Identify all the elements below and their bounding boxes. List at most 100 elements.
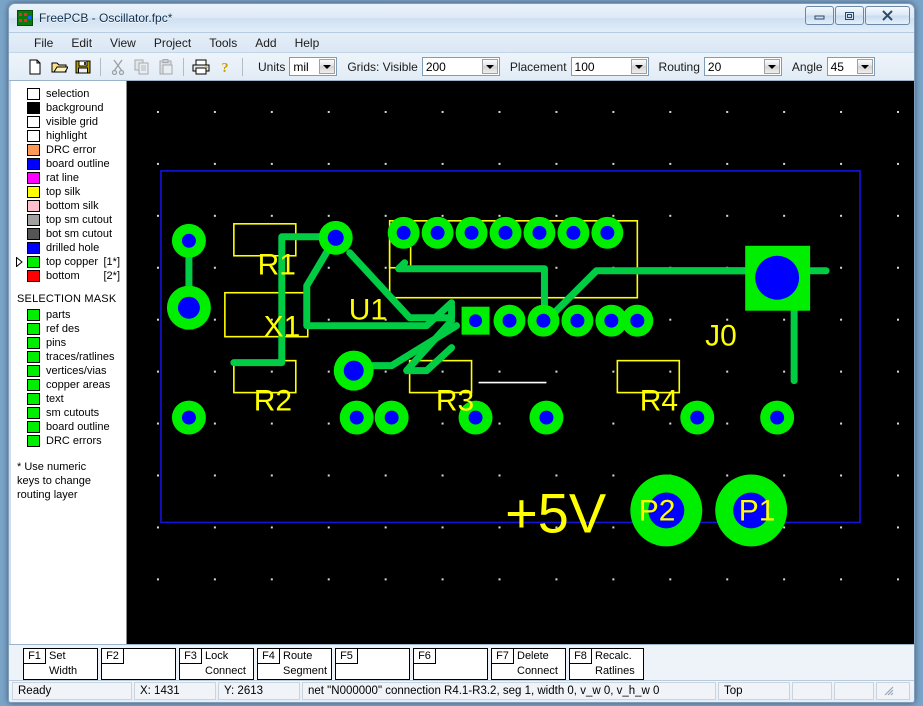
- grids-visible-combo[interactable]: 200: [421, 57, 500, 76]
- help-question-icon[interactable]: ?: [213, 56, 237, 78]
- status-ready: Ready: [12, 682, 132, 700]
- layer-color-swatch[interactable]: [27, 270, 40, 282]
- layer-row-board-outline[interactable]: board outline: [11, 157, 126, 171]
- resize-grip-icon[interactable]: [882, 684, 896, 698]
- routing-combo[interactable]: 20: [703, 57, 782, 76]
- pcb-canvas[interactable]: R1 X1 U1 R2 R3 R4 J0 P2 P1 +5V: [127, 81, 914, 644]
- paste-icon: [154, 56, 178, 78]
- units-combo[interactable]: mil: [289, 57, 338, 76]
- layer-row-drilled-hole[interactable]: drilled hole: [11, 241, 126, 255]
- pad: [680, 400, 715, 435]
- mask-checkbox[interactable]: [27, 421, 40, 433]
- mask-checkbox[interactable]: [27, 309, 40, 321]
- ref-designator: P1: [739, 494, 776, 527]
- pad: [523, 216, 556, 249]
- mask-checkbox[interactable]: [27, 323, 40, 335]
- chevron-down-icon[interactable]: [763, 59, 780, 74]
- layer-number: [2*]: [103, 270, 120, 282]
- layer-row-top-sm-cutout[interactable]: top sm cutout: [11, 213, 126, 227]
- fkey-label: F8: [570, 648, 592, 664]
- layer-row-bottom-silk[interactable]: bottom silk: [11, 199, 126, 213]
- mask-checkbox[interactable]: [27, 393, 40, 405]
- layer-row-highlight[interactable]: highlight: [11, 129, 126, 143]
- menu-help[interactable]: Help: [286, 34, 329, 52]
- menu-add[interactable]: Add: [246, 34, 285, 52]
- mask-checkbox[interactable]: [27, 379, 40, 391]
- mask-row-parts[interactable]: parts: [11, 308, 126, 322]
- pcb-drawing[interactable]: R1 X1 U1 R2 R3 R4 J0 P2 P1 +5V: [127, 81, 914, 613]
- pad: [421, 216, 454, 249]
- fkey-f5[interactable]: F5: [335, 647, 410, 680]
- angle-combo[interactable]: 45: [826, 57, 875, 76]
- status-y-coordinate: Y: 2613: [218, 682, 300, 700]
- print-icon[interactable]: [189, 56, 213, 78]
- layer-color-swatch[interactable]: [27, 102, 40, 114]
- mask-row-ref-des[interactable]: ref des: [11, 322, 126, 336]
- layer-color-swatch[interactable]: [27, 228, 40, 240]
- mask-row-traces-ratlines[interactable]: traces/ratlines: [11, 350, 126, 364]
- layer-row-top-silk[interactable]: top silk: [11, 185, 126, 199]
- menu-view[interactable]: View: [101, 34, 145, 52]
- layer-row-top-copper[interactable]: top copper [1*]: [11, 255, 126, 269]
- mask-checkbox[interactable]: [27, 351, 40, 363]
- layer-color-swatch[interactable]: [27, 172, 40, 184]
- menu-project[interactable]: Project: [145, 34, 200, 52]
- fkey-f7[interactable]: F7 Delete Connect: [491, 647, 566, 680]
- layer-color-swatch[interactable]: [27, 144, 40, 156]
- menu-tools[interactable]: Tools: [200, 34, 246, 52]
- mask-row-board-outline[interactable]: board outline: [11, 420, 126, 434]
- fkey-f4[interactable]: F4 Route Segment: [257, 647, 332, 680]
- layer-row-bottom[interactable]: bottom [2*]: [11, 269, 126, 283]
- layer-row-background[interactable]: background: [11, 101, 126, 115]
- mask-row-DRC-errors[interactable]: DRC errors: [11, 434, 126, 448]
- new-file-icon[interactable]: [23, 56, 47, 78]
- mask-row-copper-areas[interactable]: copper areas: [11, 378, 126, 392]
- open-folder-icon[interactable]: [47, 56, 71, 78]
- layer-color-swatch[interactable]: [27, 116, 40, 128]
- layer-row-DRC-error[interactable]: DRC error: [11, 143, 126, 157]
- menu-file[interactable]: File: [25, 34, 62, 52]
- layer-color-swatch[interactable]: [27, 130, 40, 142]
- mask-row-vertices-vias[interactable]: vertices/vias: [11, 364, 126, 378]
- layer-color-swatch[interactable]: [27, 256, 40, 268]
- mask-checkbox[interactable]: [27, 365, 40, 377]
- mask-checkbox[interactable]: [27, 435, 40, 447]
- pad: [455, 216, 488, 249]
- fkey-f1[interactable]: F1 Set Width: [23, 647, 98, 680]
- mask-row-text[interactable]: text: [11, 392, 126, 406]
- layer-color-swatch[interactable]: [27, 242, 40, 254]
- chevron-down-icon[interactable]: [481, 59, 498, 74]
- fkey-f8[interactable]: F8 Recalc. Ratlines: [569, 647, 644, 680]
- pad: [318, 220, 353, 255]
- pad: [171, 223, 206, 258]
- chevron-down-icon[interactable]: [319, 59, 336, 74]
- close-button[interactable]: [865, 6, 910, 25]
- chevron-down-icon[interactable]: [630, 59, 647, 74]
- fkey-f3[interactable]: F3 Lock Connect: [179, 647, 254, 680]
- layer-color-swatch[interactable]: [27, 88, 40, 100]
- layer-color-swatch[interactable]: [27, 186, 40, 198]
- layer-row-bot-sm-cutout[interactable]: bot sm cutout: [11, 227, 126, 241]
- layer-row-visible-grid[interactable]: visible grid: [11, 115, 126, 129]
- layer-row-rat-line[interactable]: rat line: [11, 171, 126, 185]
- placement-combo[interactable]: 100: [570, 57, 649, 76]
- mask-label: ref des: [46, 323, 80, 335]
- save-disk-icon[interactable]: [71, 56, 95, 78]
- mask-row-sm-cutouts[interactable]: sm cutouts: [11, 406, 126, 420]
- layer-row-selection[interactable]: selection: [11, 87, 126, 101]
- mask-row-pins[interactable]: pins: [11, 336, 126, 350]
- mask-label: traces/ratlines: [46, 351, 115, 363]
- layer-color-swatch[interactable]: [27, 200, 40, 212]
- fkey-f6[interactable]: F6: [413, 647, 488, 680]
- maximize-button[interactable]: [835, 6, 864, 25]
- fkey-f2[interactable]: F2: [101, 647, 176, 680]
- mask-checkbox[interactable]: [27, 407, 40, 419]
- chevron-down-icon[interactable]: [856, 59, 873, 74]
- menu-edit[interactable]: Edit: [62, 34, 101, 52]
- layer-color-swatch[interactable]: [27, 214, 40, 226]
- mask-checkbox[interactable]: [27, 337, 40, 349]
- window-controls: [805, 6, 910, 25]
- layer-color-swatch[interactable]: [27, 158, 40, 170]
- minimize-button[interactable]: [805, 6, 834, 25]
- layer-name: background: [46, 102, 104, 114]
